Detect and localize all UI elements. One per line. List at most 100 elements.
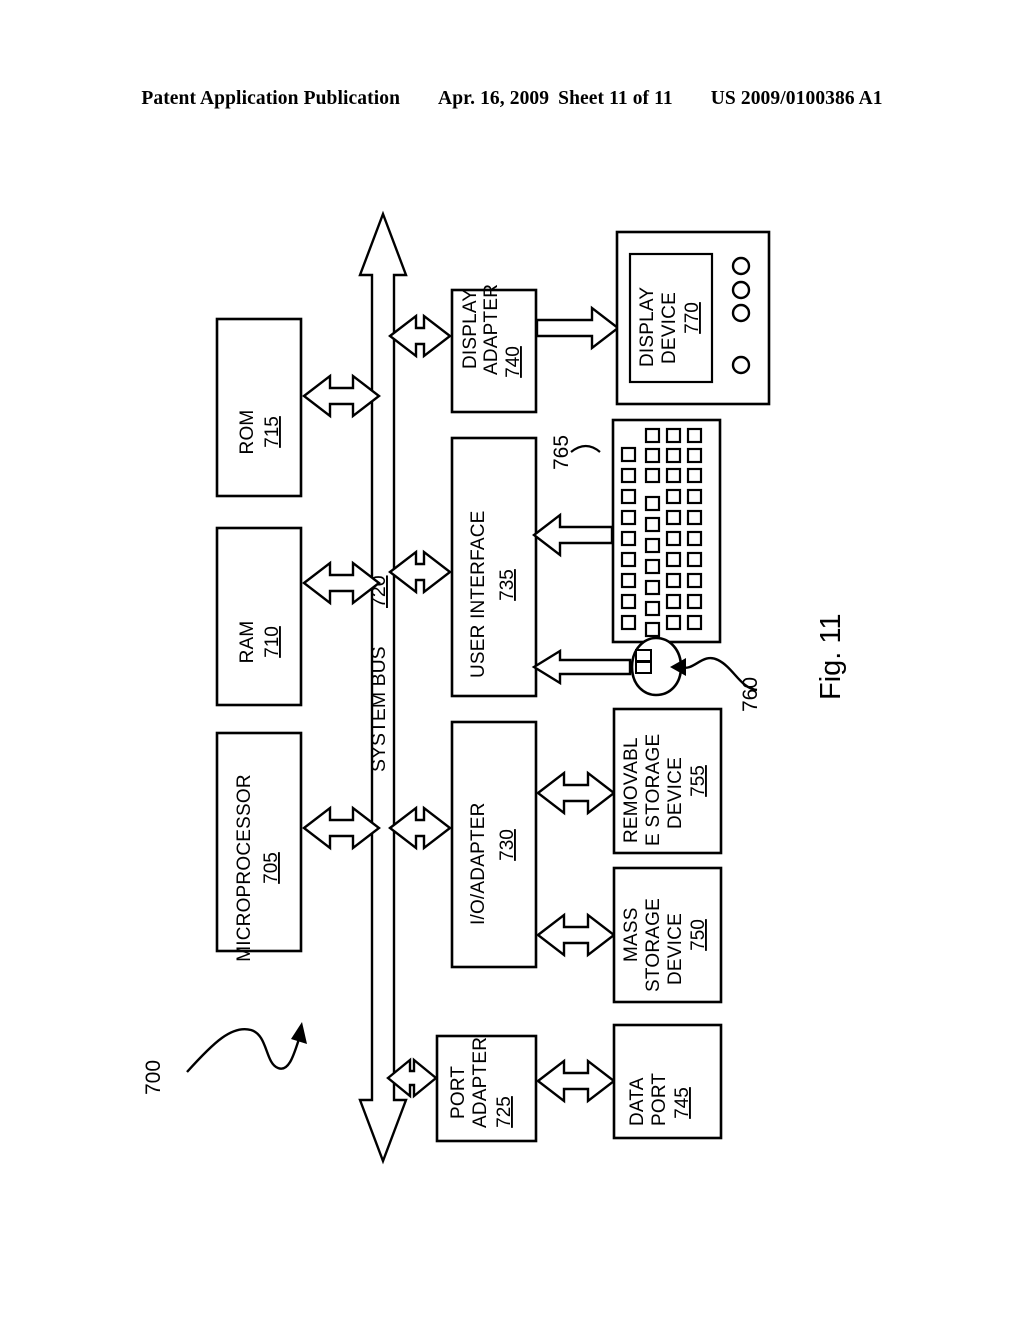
keyboard-key — [686, 530, 703, 547]
keyboard-key — [686, 572, 703, 589]
mouse-reference-number: 760 — [739, 677, 762, 712]
io-adapter-label: I/O/ADAPTER — [468, 802, 489, 925]
microprocessor-number: 705 — [261, 852, 282, 884]
microprocessor-box — [215, 731, 303, 953]
keyboard-key — [620, 551, 637, 568]
block-port-adapter: PORT ADAPTER 725 — [435, 1034, 538, 1143]
arrow-io-adapter-mass-storage — [536, 912, 616, 958]
block-microprocessor: MICROPROCESSOR 705 — [215, 731, 303, 962]
port-adapter-label-line1: PORT — [448, 1066, 469, 1119]
data-port-number: 745 — [672, 1087, 693, 1119]
system-reference-arrowhead — [291, 1022, 307, 1044]
system-reference-number: 700 — [142, 1060, 165, 1095]
keyboard-key — [620, 446, 637, 463]
display-device-label-line2: DEVICE — [659, 292, 680, 364]
block-user-interface: USER INTERFACE 735 — [450, 436, 538, 698]
keyboard-key — [665, 530, 682, 547]
display-device-label-line1: DISPLAY — [637, 287, 658, 367]
display-device-button-1[interactable] — [731, 256, 751, 276]
keyboard-key — [620, 572, 637, 589]
rom-box — [215, 317, 303, 498]
display-device: DISPLAY DEVICE 770 — [615, 230, 771, 406]
keyboard-key — [686, 509, 703, 526]
keyboard-key — [665, 551, 682, 568]
keyboard-key — [620, 614, 637, 631]
keyboard-key — [620, 530, 637, 547]
port-adapter-number: 725 — [494, 1096, 515, 1128]
keyboard-key — [665, 467, 682, 484]
arrow-keyboard-user-interface — [532, 512, 614, 558]
keyboard-key — [665, 614, 682, 631]
keyboard-key — [644, 579, 661, 596]
keyboard-key — [686, 467, 703, 484]
system-reference-leader — [186, 1027, 302, 1073]
keyboard-key — [644, 621, 661, 638]
keyboard-key — [644, 467, 661, 484]
keyboard-key — [644, 516, 661, 533]
removable-storage-label-line3: DEVICE — [665, 757, 686, 829]
mass-storage-label-line3: DEVICE — [665, 913, 686, 985]
io-adapter-number: 730 — [497, 829, 518, 861]
keyboard-key — [665, 427, 682, 444]
data-port-label-line2: PORT — [649, 1073, 670, 1126]
mass-storage-label-line1: MASS — [621, 907, 642, 962]
keyboard-key — [665, 447, 682, 464]
system-bus-label: SYSTEM BUS — [368, 646, 390, 772]
io-adapter-box — [450, 720, 538, 969]
user-interface-label: USER INTERFACE — [468, 511, 489, 679]
keyboard-key — [686, 427, 703, 444]
ram-label: RAM — [237, 621, 258, 664]
keyboard-key — [686, 614, 703, 631]
keyboard-leader-line — [570, 444, 601, 453]
block-mass-storage-device: MASS STORAGE DEVICE 750 — [612, 866, 723, 1004]
display-device-number: 770 — [682, 302, 703, 334]
display-adapter-label-line2: ADAPTER — [481, 284, 502, 375]
display-adapter-number: 740 — [503, 346, 524, 378]
block-ram: RAM 710 — [215, 526, 303, 707]
display-device-button-2[interactable] — [731, 280, 751, 300]
port-adapter-label-line2: ADAPTER — [470, 1037, 491, 1128]
keyboard-key — [644, 600, 661, 617]
removable-storage-number: 755 — [688, 765, 709, 797]
keyboard-key — [644, 447, 661, 464]
rom-label: ROM — [237, 410, 258, 455]
block-rom: ROM 715 — [215, 317, 303, 498]
arrow-port-adapter-data-port — [536, 1058, 616, 1104]
mass-storage-number: 750 — [688, 919, 709, 951]
keyboard-key — [620, 509, 637, 526]
rom-number: 715 — [262, 416, 283, 448]
arrow-io-adapter-removable-storage — [536, 770, 616, 816]
display-device-power-button[interactable] — [731, 355, 751, 375]
keyboard-key — [644, 558, 661, 575]
keyboard-key — [644, 537, 661, 554]
keyboard-key — [665, 593, 682, 610]
keyboard-key — [686, 488, 703, 505]
data-port-label-line1: DATA — [627, 1077, 648, 1126]
removable-storage-label-line2: E STORAGE — [643, 734, 664, 846]
display-device-button-3[interactable] — [731, 303, 751, 323]
keyboard-key — [620, 488, 637, 505]
keyboard-key — [686, 593, 703, 610]
ram-box — [215, 526, 303, 707]
arrow-bus-io-adapter — [388, 805, 452, 851]
microprocessor-label: MICROPROCESSOR — [234, 774, 255, 962]
arrow-display-adapter-display-device — [535, 305, 620, 351]
block-io-adapter: I/O/ADAPTER 730 — [450, 720, 538, 969]
arrow-rom-bus — [302, 373, 381, 419]
keyboard-key — [620, 467, 637, 484]
keyboard-key — [686, 447, 703, 464]
keyboard-key — [620, 593, 637, 610]
system-block-diagram: SYSTEM BUS 720 ROM 715 RAM 710 MICROPROC… — [142, 210, 847, 1165]
figure-caption: Fig. 11 — [815, 613, 847, 700]
display-adapter-label-line1: DISPLAY — [460, 289, 481, 369]
keyboard-key — [665, 509, 682, 526]
mass-storage-label-line2: STORAGE — [643, 898, 664, 992]
system-bus: SYSTEM BUS 720 — [358, 210, 408, 1165]
arrow-bus-display-adapter — [388, 313, 452, 359]
keyboard[interactable] — [611, 418, 722, 644]
keyboard-key — [644, 427, 661, 444]
patent-figure-page: Patent Application Publication Apr. 16, … — [0, 0, 1024, 1320]
keyboard-key — [665, 572, 682, 589]
keyboard-key — [686, 551, 703, 568]
keyboard-reference-number: 765 — [550, 435, 573, 470]
